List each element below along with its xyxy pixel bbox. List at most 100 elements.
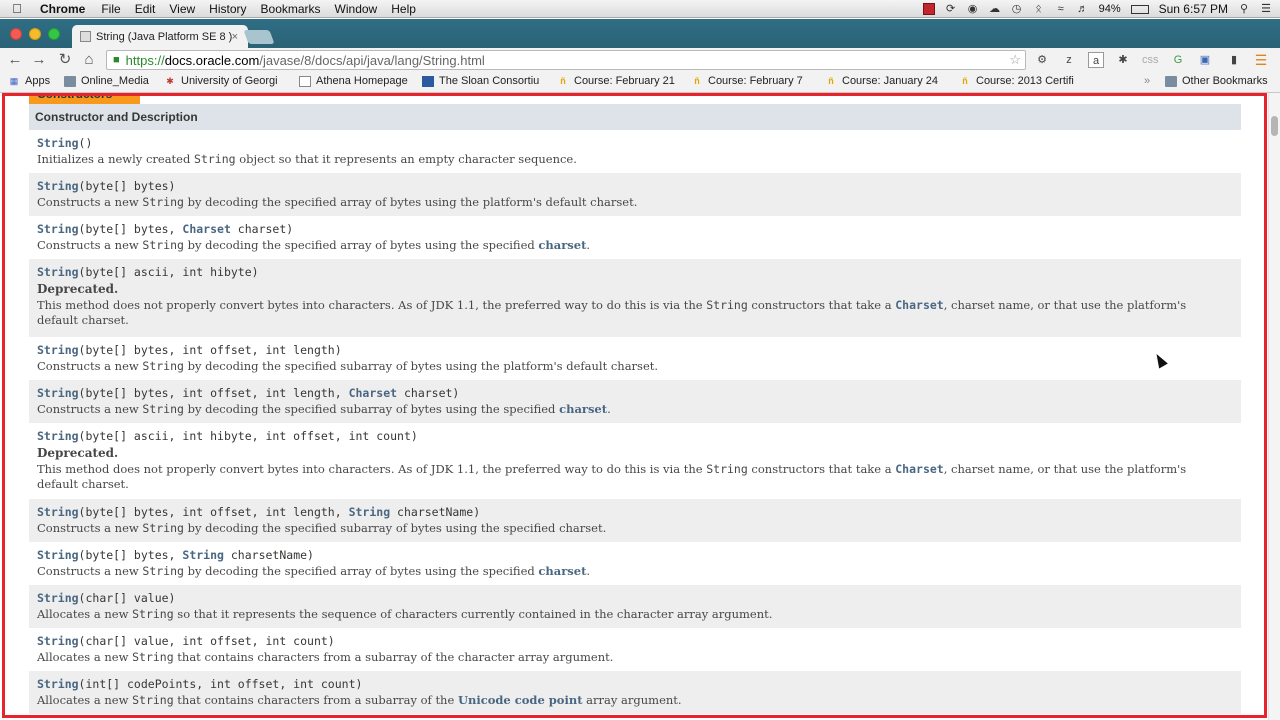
record-icon[interactable] xyxy=(922,3,935,15)
bookmark-label: Online_Media xyxy=(81,75,149,87)
constructor-link[interactable]: String xyxy=(37,343,79,357)
bookmark-folder-online-media[interactable]: Online_Media xyxy=(64,75,149,87)
bookmark-athena[interactable]: Athena Homepage xyxy=(299,75,408,87)
apple-menu-icon[interactable]:  xyxy=(0,1,34,16)
bookmark-label: Athena Homepage xyxy=(316,75,408,87)
window-close-button[interactable] xyxy=(10,28,22,40)
table-row: String(char[] value) Allocates a new Stri… xyxy=(29,585,1241,628)
deprecated-label: Deprecated. xyxy=(37,282,119,296)
table-row: String(byte[] ascii, int hibyte) Deprecat… xyxy=(29,259,1241,337)
extension-grammarly-icon[interactable]: G xyxy=(1170,52,1186,68)
extension-puzzle-icon[interactable]: ✱ xyxy=(1115,52,1131,68)
constructor-signature: String(byte[] bytes, int offset, int len… xyxy=(37,386,460,400)
back-arrow-icon[interactable]: ← xyxy=(6,51,24,69)
constructor-description: This method does not properly convert by… xyxy=(37,462,1187,491)
volume-icon[interactable]: ♬ xyxy=(1077,3,1089,15)
address-bar[interactable]: ■ https://docs.oracle.com/javase/8/docs/… xyxy=(106,50,1026,70)
bookmark-sloan[interactable]: The Sloan Consortiu xyxy=(422,75,539,87)
extension-window-icon[interactable]: ▣ xyxy=(1197,52,1213,68)
doc-link[interactable]: charset xyxy=(538,564,586,578)
type-link[interactable]: Charset xyxy=(349,386,397,400)
constructor-description: Allocates a new String so that it repres… xyxy=(37,607,773,621)
menu-help[interactable]: Help xyxy=(391,2,426,16)
home-icon[interactable]: ⌂ xyxy=(80,51,98,69)
extension-shield-icon[interactable]: ▮ xyxy=(1226,52,1242,68)
forward-arrow-icon[interactable]: → xyxy=(30,51,48,69)
wifi-icon[interactable]: ≈ xyxy=(1055,3,1067,15)
bookmark-course-jan24[interactable]: ñ Course: January 24 xyxy=(825,75,938,87)
sync-icon[interactable]: ⟳ xyxy=(945,3,957,15)
menu-window[interactable]: Window xyxy=(335,2,388,16)
constructor-description: Allocates a new String that contains cha… xyxy=(37,693,682,707)
constructor-description: Constructs a new String by decoding the … xyxy=(37,564,591,578)
constructor-description: Constructs a new String by decoding the … xyxy=(37,402,611,416)
constructor-link[interactable]: String xyxy=(37,634,79,648)
bookmark-label: Course: January 24 xyxy=(842,75,938,87)
doc-link[interactable]: Unicode code point xyxy=(458,693,583,707)
tab-close-icon[interactable]: × xyxy=(232,31,238,43)
constructor-link[interactable]: String xyxy=(37,222,79,236)
chrome-menu-icon[interactable]: ☰ xyxy=(1253,52,1269,68)
new-tab-button[interactable] xyxy=(243,30,275,44)
doc-link[interactable]: charset xyxy=(559,402,607,416)
type-link[interactable]: String xyxy=(182,548,224,562)
notification-center-icon[interactable]: ☰ xyxy=(1260,3,1272,15)
battery-icon[interactable] xyxy=(1130,4,1149,14)
menu-file[interactable]: File xyxy=(101,2,130,16)
constructor-link[interactable]: String xyxy=(37,591,79,605)
extension-zotero-icon[interactable]: z xyxy=(1061,52,1077,68)
constructor-signature: String(int[] codePoints, int offset, int… xyxy=(37,677,363,691)
doc-link[interactable]: Charset xyxy=(895,298,943,312)
window-minimize-button[interactable] xyxy=(29,28,41,40)
scrollbar-thumb[interactable] xyxy=(1271,116,1278,136)
constructor-link[interactable]: String xyxy=(37,429,79,443)
constructor-signature: String(byte[] ascii, int hibyte, int off… xyxy=(37,429,418,443)
extension-css-icon[interactable]: css xyxy=(1142,52,1159,68)
inline-code: String xyxy=(142,359,184,373)
menu-chrome[interactable]: Chrome xyxy=(40,2,97,16)
constructor-signature: String(byte[] ascii, int hibyte) xyxy=(37,265,259,279)
bookmark-course-feb21[interactable]: ñ Course: February 21 xyxy=(557,75,675,87)
constructor-link[interactable]: String xyxy=(37,505,79,519)
cloud-icon[interactable]: ☁ xyxy=(989,3,1001,15)
menu-bookmarks[interactable]: Bookmarks xyxy=(261,2,331,16)
bookmark-star-icon[interactable]: ☆ xyxy=(1009,52,1021,68)
constructor-link[interactable]: String xyxy=(37,265,79,279)
inline-code: String xyxy=(142,402,184,416)
type-link[interactable]: String xyxy=(349,505,391,519)
constructor-link[interactable]: String xyxy=(37,179,79,193)
uga-favicon-icon: ✱ xyxy=(166,75,174,86)
menu-edit[interactable]: Edit xyxy=(135,2,166,16)
bookmark-course-feb7[interactable]: ñ Course: February 7 xyxy=(691,75,803,87)
bookmarks-overflow-chevron-icon[interactable]: » xyxy=(1144,75,1150,87)
browser-tab[interactable]: String (Java Platform SE 8 ) × xyxy=(72,25,248,48)
clock[interactable]: Sun 6:57 PM xyxy=(1159,2,1228,16)
extension-gear-icon[interactable]: ⚙ xyxy=(1034,52,1050,68)
reload-icon[interactable]: ↻ xyxy=(56,51,74,69)
bluetooth-icon[interactable]: ᛟ xyxy=(1033,3,1045,15)
menu-history[interactable]: History xyxy=(209,2,256,16)
bookmark-course-2013[interactable]: ñ Course: 2013 Certifi xyxy=(959,75,1074,87)
macos-menubar:  Chrome File Edit View History Bookmark… xyxy=(0,0,1280,18)
inline-code: String xyxy=(142,564,184,578)
bookmark-uga[interactable]: ✱ University of Georgi xyxy=(164,75,277,87)
spotlight-search-icon[interactable]: ⚲ xyxy=(1238,3,1250,15)
chrome-status-icon[interactable]: ◉ xyxy=(967,3,979,15)
window-zoom-button[interactable] xyxy=(48,28,60,40)
constructor-link[interactable]: String xyxy=(37,677,79,691)
menu-view[interactable]: View xyxy=(169,2,205,16)
constructor-link[interactable]: String xyxy=(37,386,79,400)
folder-icon xyxy=(64,75,76,87)
doc-link[interactable]: charset xyxy=(538,238,586,252)
doc-link[interactable]: Charset xyxy=(895,462,943,476)
page-viewport[interactable]: Constructors Constructor and Description… xyxy=(0,93,1280,720)
constructor-link[interactable]: String xyxy=(37,136,79,150)
time-machine-icon[interactable]: ◷ xyxy=(1011,3,1023,15)
vertical-scrollbar[interactable] xyxy=(1268,93,1280,720)
type-link[interactable]: Charset xyxy=(182,222,230,236)
inline-code: String xyxy=(142,195,184,209)
bookmark-other[interactable]: Other Bookmarks xyxy=(1165,75,1268,87)
extension-amazon-icon[interactable]: a xyxy=(1088,52,1104,68)
constructor-link[interactable]: String xyxy=(37,548,79,562)
bookmark-apps[interactable]: ▦ Apps xyxy=(8,75,50,87)
